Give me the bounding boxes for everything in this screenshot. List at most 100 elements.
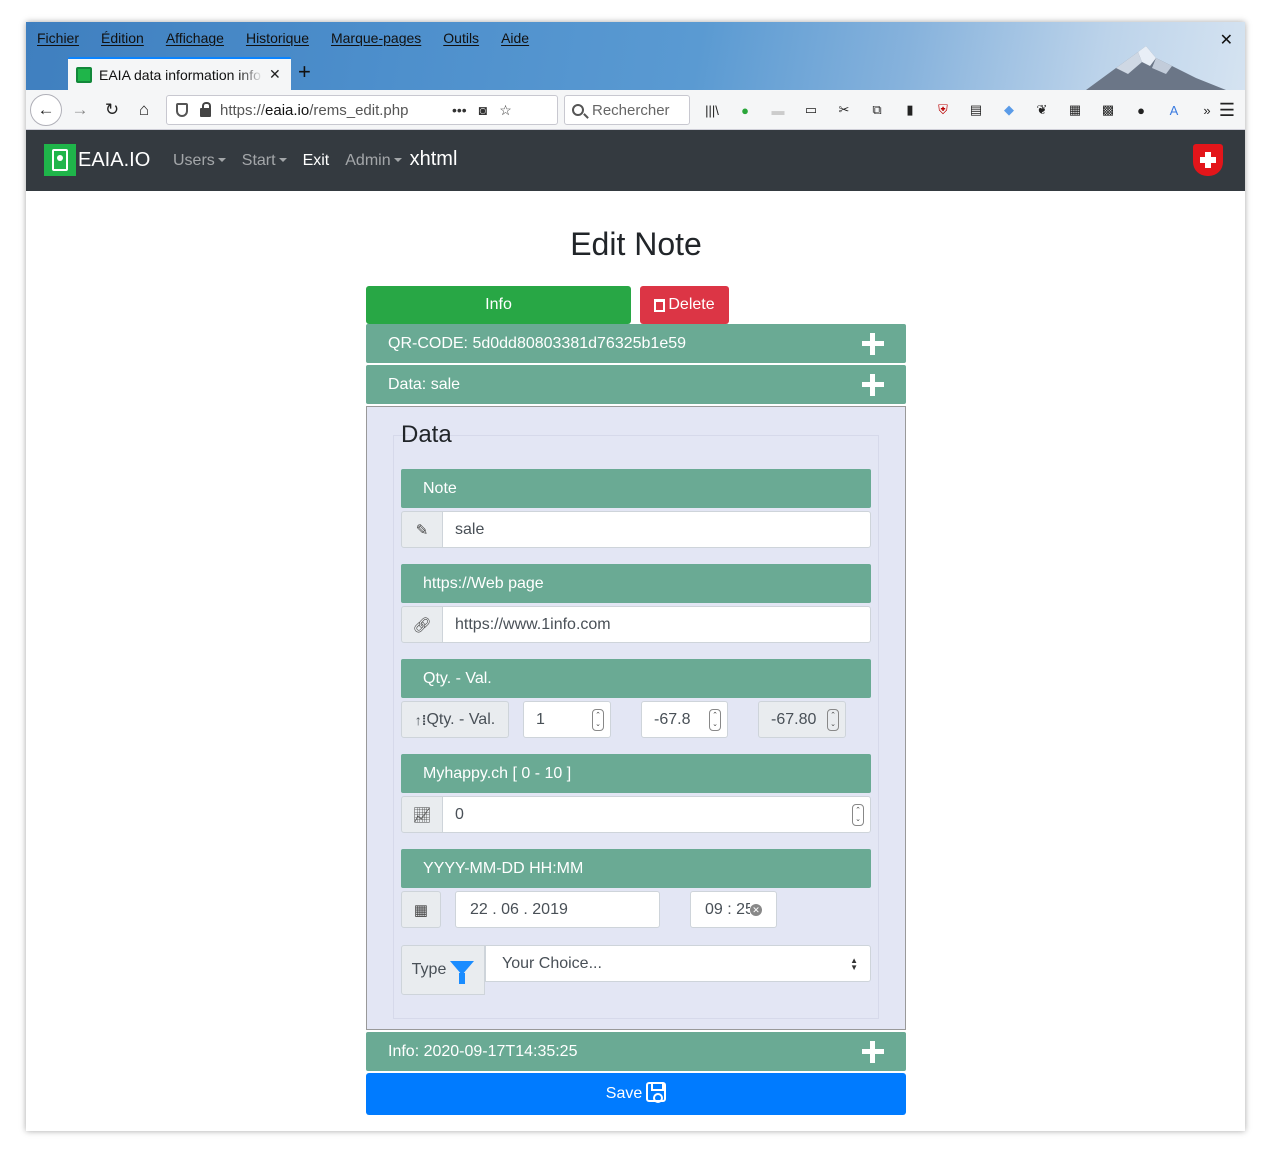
- qty-input[interactable]: 1 ⌃ ⌄: [523, 701, 611, 738]
- number-spinner-icon[interactable]: ⌃ ⌄: [852, 804, 864, 826]
- url-prefix: https://: [220, 101, 266, 119]
- menu-bar: Fichier Édition Affichage Historique Mar…: [26, 22, 551, 54]
- nav-exit-link[interactable]: Exit: [303, 152, 330, 170]
- menu-fichier[interactable]: Fichier: [37, 30, 79, 46]
- nav-start-dropdown[interactable]: Start: [242, 152, 287, 170]
- myhappy-field-row: 📈︎ 0 ⌃ ⌄: [401, 796, 871, 833]
- favicon-icon: [76, 66, 92, 83]
- qty-val-label: Qty. - Val.: [401, 659, 871, 698]
- disabled-extension-icon[interactable]: ▬: [768, 100, 788, 120]
- tab-strip: EAIA data information info ✕ +: [26, 56, 1245, 90]
- back-arrow-icon[interactable]: ←: [30, 94, 62, 126]
- brand-name: EAIA.IO: [78, 148, 151, 171]
- nav-users-label: Users: [173, 152, 215, 169]
- date-input[interactable]: 22 . 06 . 2019: [455, 891, 660, 928]
- qty-val-addon: ↑⁞ Qty. - Val.: [401, 701, 509, 738]
- qr-code-accordion[interactable]: QR-CODE: 5d0dd80803381d76325b1e59: [366, 324, 906, 363]
- info-button[interactable]: Info: [366, 286, 631, 324]
- time-input[interactable]: 09 : 25 ✕: [690, 891, 777, 928]
- search-bar[interactable]: Rechercher: [564, 95, 690, 125]
- info-accordion[interactable]: Info: 2020-09-17T14:35:25: [366, 1032, 906, 1071]
- scissors-icon[interactable]: ✂: [834, 100, 854, 120]
- window-close-icon[interactable]: ✕: [1220, 30, 1233, 50]
- chart-line-icon: 📈︎: [401, 796, 443, 833]
- translate-icon[interactable]: A: [1164, 100, 1184, 120]
- tab-eaia[interactable]: EAIA data information info ✕: [68, 57, 291, 90]
- gnome-extension-icon[interactable]: ❦: [1032, 100, 1052, 120]
- menu-historique[interactable]: Historique: [246, 30, 309, 46]
- menu-affichage[interactable]: Affichage: [166, 30, 224, 46]
- clear-icon[interactable]: ✕: [750, 904, 762, 916]
- save-button[interactable]: Save: [366, 1073, 906, 1115]
- expand-plus-icon[interactable]: [862, 374, 884, 396]
- type-select[interactable]: Your Choice... ▲ ▼: [485, 945, 871, 982]
- date-day[interactable]: 22: [470, 901, 488, 919]
- note-field-row: ✎ sale: [401, 511, 871, 548]
- trash-icon: [654, 298, 666, 312]
- nav-admin-label: Admin: [345, 152, 391, 169]
- expand-plus-icon[interactable]: [862, 1041, 884, 1063]
- site-navbar: EAIA.IO Users Start Exit Admin xhtml: [26, 130, 1245, 191]
- tracking-shield-icon[interactable]: [176, 103, 188, 117]
- datetime-label: YYYY-MM-DD HH:MM: [401, 849, 871, 888]
- browser-titlebar: Fichier Édition Affichage Historique Mar…: [26, 22, 1245, 90]
- url-bar[interactable]: https://eaia.io/rems_edit.php ••• ◙ ☆: [166, 95, 558, 125]
- val-input[interactable]: -67.8 ⌃ ⌄: [641, 701, 728, 738]
- menu-edition[interactable]: Édition: [101, 30, 144, 46]
- library-icon[interactable]: |||\: [702, 100, 722, 120]
- type-selected-value: Your Choice...: [502, 954, 602, 972]
- diamond-extension-icon[interactable]: ◆: [999, 100, 1019, 120]
- bookmark-star-icon[interactable]: ☆: [499, 102, 512, 119]
- delete-button[interactable]: Delete: [640, 286, 729, 324]
- menu-outils[interactable]: Outils: [443, 30, 479, 46]
- menu-aide[interactable]: Aide: [501, 30, 529, 46]
- balls-extension-icon[interactable]: ●: [1131, 100, 1151, 120]
- web-field-row: 🔗︎ https://www.1info.com: [401, 606, 871, 643]
- myhappy-input[interactable]: 0 ⌃ ⌄: [443, 796, 871, 833]
- type-label: Type: [411, 961, 447, 978]
- time-minute[interactable]: 25: [736, 901, 750, 919]
- url-text[interactable]: https://eaia.io/rems_edit.php: [220, 102, 452, 119]
- tab-title: EAIA data information info: [99, 66, 261, 83]
- filter-icon: [450, 961, 475, 984]
- new-tab-icon[interactable]: +: [298, 59, 311, 85]
- reader-view-icon[interactable]: ▤: [966, 100, 986, 120]
- link-icon: 🔗︎: [401, 606, 443, 643]
- note-input[interactable]: sale: [443, 511, 871, 548]
- page-actions-icon[interactable]: •••: [452, 102, 467, 119]
- nav-start-label: Start: [241, 152, 276, 169]
- tab-close-icon[interactable]: ✕: [269, 66, 281, 83]
- home-icon[interactable]: ⌂: [128, 94, 160, 126]
- expand-plus-icon[interactable]: [862, 333, 884, 355]
- total-input: -67.80 ⌃ ⌄: [758, 701, 846, 738]
- data-accordion[interactable]: Data: sale: [366, 365, 906, 404]
- brand-link[interactable]: EAIA.IO: [44, 144, 150, 176]
- nav-users-dropdown[interactable]: Users: [173, 152, 226, 170]
- number-spinner-icon[interactable]: ⌃ ⌄: [709, 709, 721, 731]
- qr-code-icon[interactable]: ▩: [1098, 100, 1118, 120]
- date-month[interactable]: 06: [501, 901, 519, 919]
- chat-extension-icon[interactable]: ●: [735, 100, 755, 120]
- data-header: Data: sale: [388, 375, 461, 393]
- web-page-input[interactable]: https://www.1info.com: [443, 606, 871, 643]
- date-year[interactable]: 2019: [532, 901, 568, 919]
- pocket-icon[interactable]: ◙: [479, 102, 487, 119]
- overflow-chevron-icon[interactable]: »: [1197, 100, 1217, 120]
- search-placeholder: Rechercher: [592, 101, 670, 119]
- nav-admin-dropdown[interactable]: Admin: [345, 152, 402, 170]
- grid-extension-icon[interactable]: ▦: [1065, 100, 1085, 120]
- number-spinner-icon[interactable]: ⌃ ⌄: [592, 709, 604, 731]
- hamburger-menu-icon[interactable]: ☰: [1219, 100, 1235, 121]
- reload-icon[interactable]: ↻: [96, 94, 128, 126]
- clipboard-icon[interactable]: ▮: [900, 100, 920, 120]
- time-hour[interactable]: 09: [705, 901, 723, 919]
- ublock-icon[interactable]: ⛨: [933, 100, 953, 120]
- swiss-flag-icon[interactable]: [1193, 144, 1223, 176]
- folder-icon[interactable]: ▭: [801, 100, 821, 120]
- lock-icon[interactable]: [200, 101, 211, 117]
- menu-marque-pages[interactable]: Marque-pages: [331, 30, 421, 46]
- browser-window: Fichier Édition Affichage Historique Mar…: [26, 22, 1245, 1131]
- caret-down-icon: [278, 158, 287, 162]
- copy-icon[interactable]: ⧉: [867, 100, 887, 120]
- forward-arrow-icon[interactable]: →: [64, 94, 96, 126]
